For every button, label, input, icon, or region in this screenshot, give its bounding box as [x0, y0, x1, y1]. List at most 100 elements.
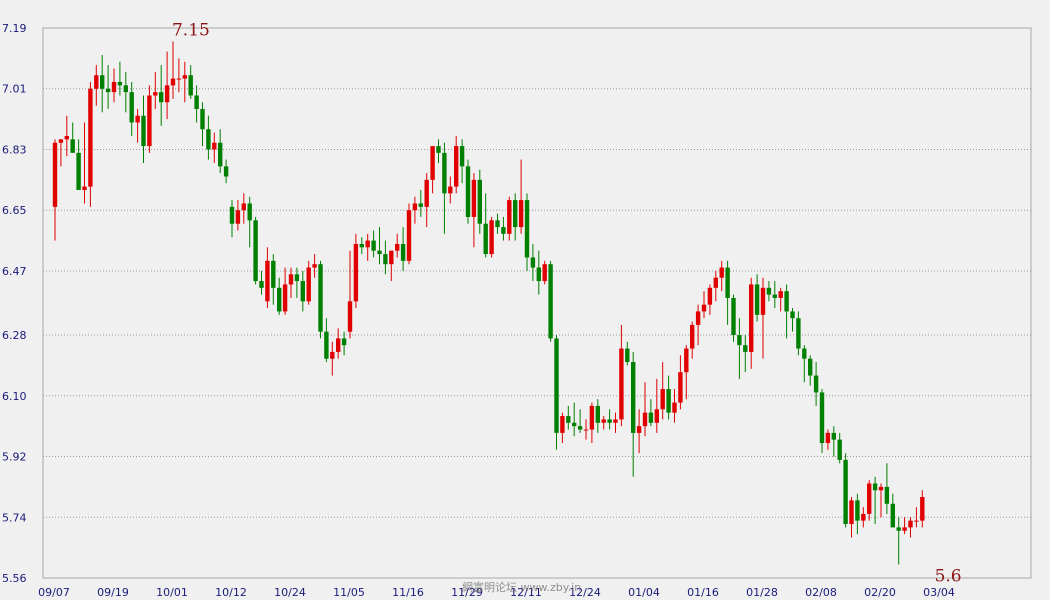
candle-body	[572, 422, 577, 427]
candle-body	[265, 260, 270, 302]
candle-body	[206, 129, 211, 150]
candle-body	[454, 146, 459, 187]
y-tick-label: 5.56	[2, 572, 27, 585]
candle-body	[176, 78, 182, 80]
candle-body	[536, 267, 541, 282]
candle	[465, 159, 471, 224]
chart-svg: 7.19 7.01 6.83 6.65 6.47 6.28 6.10 5.92 5.74 5.56…	[2, 20, 1032, 599]
candle-body	[330, 351, 335, 359]
x-tick-label: 11/05	[333, 586, 365, 599]
candle-body	[749, 284, 754, 352]
candle	[843, 453, 848, 528]
candle-body	[424, 179, 429, 207]
candle-body	[52, 142, 58, 207]
x-tick-label: 01/16	[687, 586, 719, 599]
candle-body	[324, 331, 329, 359]
candle	[548, 260, 553, 342]
candlestick-chart: 7.19 7.01 6.83 6.65 6.47 6.28 6.10 5.92 5.74 5.56…	[0, 0, 1050, 600]
x-tick-label: 09/07	[38, 586, 70, 599]
candle-body	[548, 264, 553, 339]
candle-body	[583, 429, 589, 431]
candle-body	[872, 483, 878, 491]
candle-body	[778, 291, 783, 298]
candle-body	[82, 186, 87, 190]
y-tick-label: 6.10	[2, 390, 27, 403]
candle-body	[58, 139, 64, 143]
candle-body	[347, 301, 353, 332]
candle-body	[760, 287, 766, 315]
y-axis-ticks: 7.19 7.01 6.83 6.65 6.47 6.28 6.10 5.92 5.74 5.56	[2, 22, 27, 585]
candle-body	[442, 152, 447, 194]
candle-body	[495, 220, 500, 228]
candle-body	[566, 416, 571, 423]
candle-body	[318, 264, 323, 332]
candle-body	[577, 426, 583, 430]
candle-body	[690, 324, 695, 349]
candle-body	[341, 338, 347, 346]
candle-body	[306, 267, 311, 302]
candle-body	[400, 243, 406, 261]
candle-body	[524, 200, 530, 258]
candle-body	[223, 166, 229, 177]
watermark: 網富明论坛 www.zby.in	[462, 580, 581, 594]
candle-body	[654, 409, 659, 423]
x-tick-label: 10/12	[215, 586, 247, 599]
candle-body	[383, 254, 388, 265]
candle-body	[312, 264, 317, 268]
candle-body	[412, 203, 418, 211]
candle	[489, 216, 494, 258]
candle-body	[731, 297, 736, 336]
candle-body	[837, 439, 842, 460]
x-tick-label: 10/01	[156, 586, 188, 599]
extreme-annotation: 7.15	[172, 20, 210, 40]
candle-body	[406, 210, 412, 261]
candle-body	[660, 389, 665, 410]
candle-body	[666, 389, 671, 413]
candle-body	[277, 287, 282, 312]
candle-body	[772, 294, 777, 298]
candle-body	[336, 338, 341, 352]
x-tick-label: 02/08	[805, 586, 837, 599]
candle-body	[825, 432, 831, 444]
candle-body	[111, 81, 117, 93]
candle-body	[477, 179, 482, 224]
candle-body	[601, 419, 606, 423]
candle-body	[737, 335, 742, 346]
candle-body	[465, 166, 471, 217]
x-tick-label: 10/24	[274, 586, 306, 599]
candle-body	[908, 520, 913, 528]
candle	[542, 260, 547, 285]
candle-body	[194, 95, 199, 109]
candle-body	[135, 115, 140, 123]
candle-body	[170, 78, 176, 86]
candle-body	[607, 419, 612, 423]
candle-body	[790, 311, 795, 319]
candle-body	[707, 287, 713, 305]
candle-body	[147, 95, 152, 147]
candle-body	[129, 92, 134, 123]
candle	[731, 294, 736, 342]
y-tick-label: 6.47	[2, 265, 27, 278]
candle-body	[259, 281, 264, 288]
candle-body	[819, 392, 825, 444]
candle-body	[282, 284, 288, 312]
candle-body	[389, 250, 394, 265]
candle-body	[212, 142, 217, 150]
candle-body	[489, 220, 494, 255]
candle-body	[513, 200, 518, 228]
candle-body	[241, 203, 246, 211]
x-tick-label: 11/16	[392, 586, 424, 599]
candle-body	[636, 426, 642, 433]
candle	[253, 216, 258, 285]
candle-body	[530, 257, 536, 268]
y-tick-label: 6.65	[2, 204, 27, 217]
candle-body	[642, 412, 648, 427]
candle-body	[365, 240, 370, 248]
candle-body	[164, 85, 170, 103]
candle-body	[914, 520, 919, 522]
y-tick-label: 7.01	[2, 83, 27, 96]
candle-body	[554, 338, 559, 433]
candle-body	[766, 287, 772, 295]
candle-body	[229, 206, 235, 224]
candle-body	[796, 318, 801, 349]
